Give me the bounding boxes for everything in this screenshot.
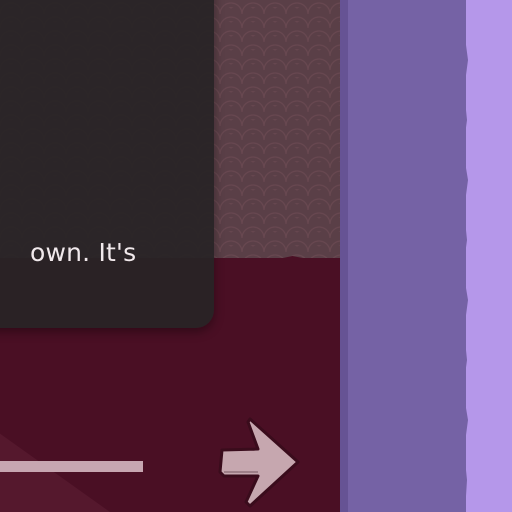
- torn-edge: [458, 0, 468, 512]
- dialog-text: own. It's: [30, 238, 137, 267]
- progress-fill: [0, 461, 143, 472]
- arrow-right-icon: [218, 417, 300, 508]
- progress-bar: [0, 461, 143, 472]
- side-column: [340, 0, 468, 512]
- game-scene: own. It's: [0, 0, 512, 512]
- side-column-shade: [340, 0, 348, 512]
- next-button[interactable]: [214, 414, 304, 510]
- dialog-box[interactable]: [0, 0, 214, 328]
